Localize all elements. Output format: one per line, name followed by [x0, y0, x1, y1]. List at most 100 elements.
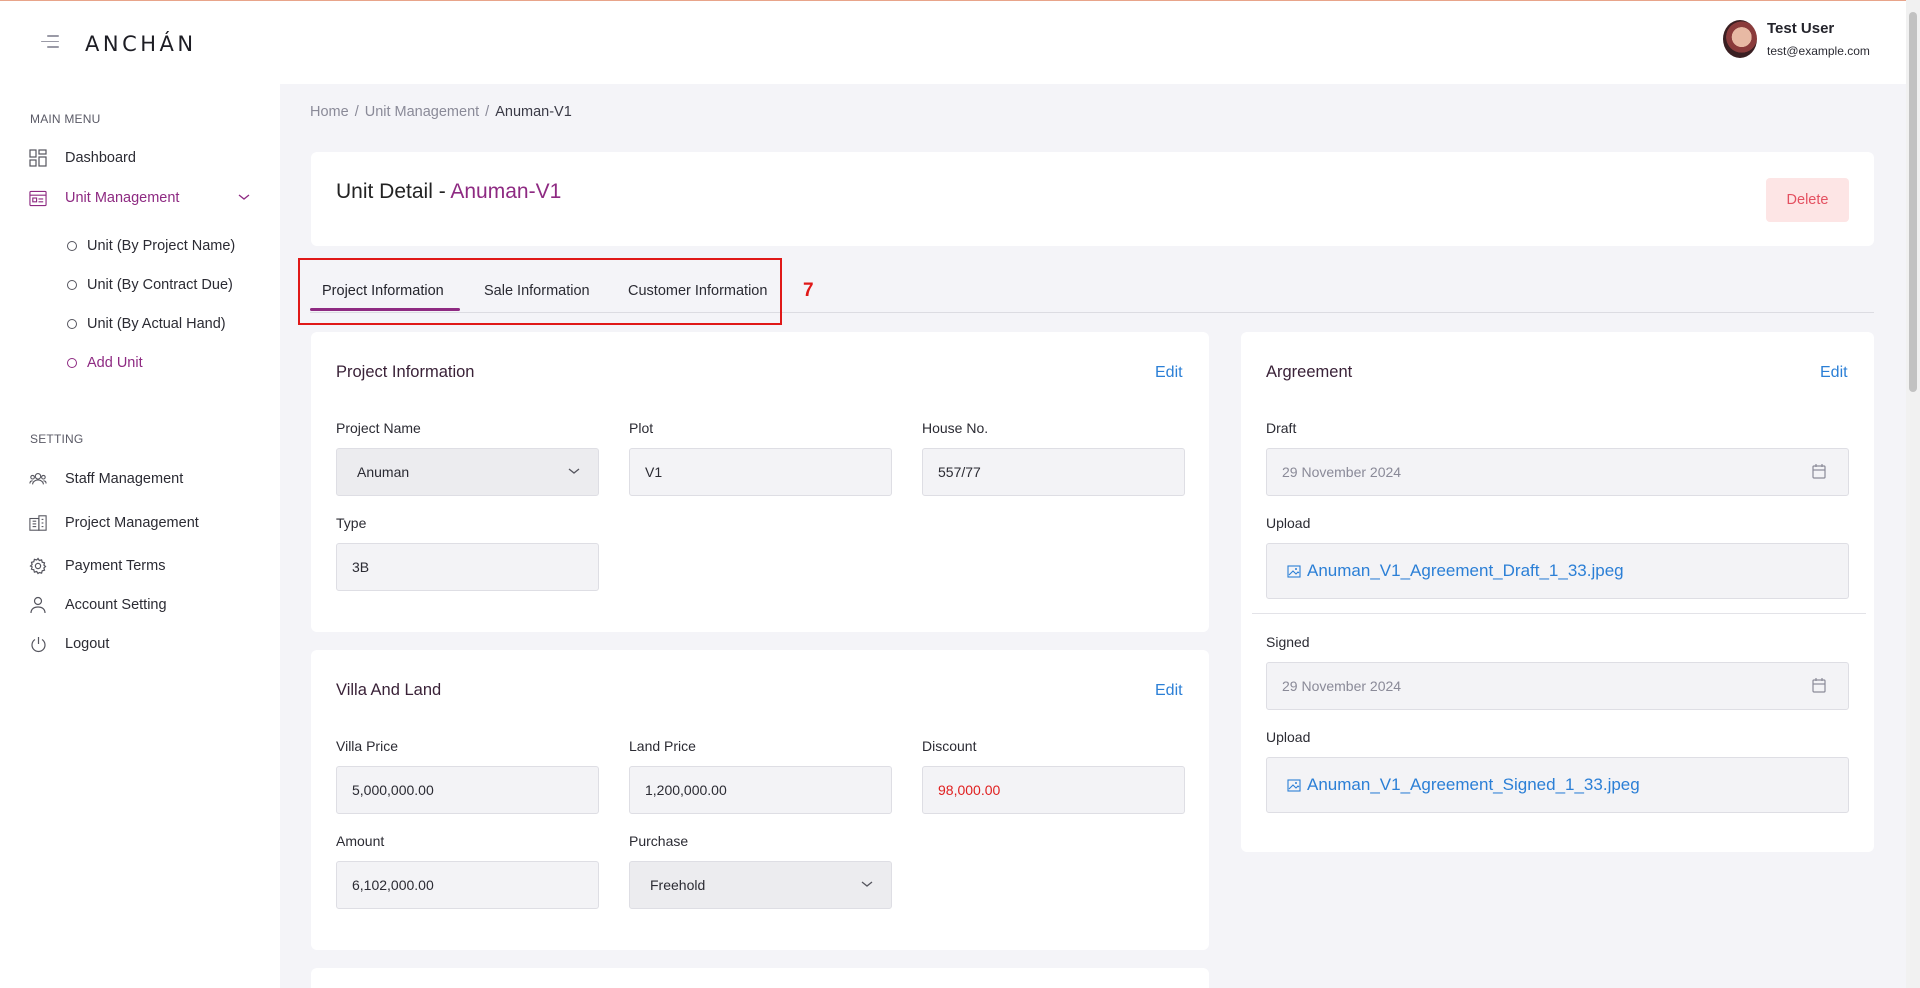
- calendar-icon[interactable]: [1812, 463, 1826, 479]
- plot-label: Plot: [629, 420, 654, 436]
- breadcrumb: Home / Unit Management / Anuman-V1: [310, 104, 572, 120]
- project-name-value: Anuman: [357, 464, 410, 480]
- sidebar-item-staff-management[interactable]: Staff Management: [29, 470, 183, 488]
- amount-label: Amount: [336, 833, 385, 849]
- bullet-icon: [67, 280, 77, 290]
- sidebar-item-label: Staff Management: [65, 471, 184, 487]
- page-title: Unit Detail - Anuman-V1: [336, 180, 561, 204]
- draft-date-input[interactable]: 29 November 2024: [1266, 448, 1849, 496]
- signed-date-value: 29 November 2024: [1282, 678, 1402, 694]
- upload-label: Upload: [1266, 515, 1311, 531]
- user-name: Test User: [1767, 20, 1835, 37]
- sidebar-item-payment-terms[interactable]: Payment Terms: [29, 557, 165, 575]
- sidebar-item-label: Unit Management: [65, 190, 180, 206]
- user-icon: [29, 596, 47, 614]
- signed-label: Signed: [1266, 634, 1310, 650]
- app-logo[interactable]: ANCHÁN: [85, 32, 197, 56]
- page-scrollbar[interactable]: [1906, 0, 1920, 988]
- draft-file-link[interactable]: Anuman_V1_Agreement_Draft_1_33.jpeg: [1266, 543, 1849, 599]
- signed-date-input[interactable]: 29 November 2024: [1266, 662, 1849, 710]
- sidebar-subitem-label: Unit (By Actual Hand): [87, 316, 226, 332]
- avatar[interactable]: [1723, 20, 1757, 58]
- sidebar-item-label: Project Management: [65, 515, 199, 531]
- project-name-label: Project Name: [336, 420, 421, 436]
- type-label: Type: [336, 515, 367, 531]
- purchase-select[interactable]: Freehold: [629, 861, 892, 909]
- sidebar-item-label: Dashboard: [65, 150, 136, 166]
- draft-label: Draft: [1266, 420, 1297, 436]
- signed-file-name[interactable]: Anuman_V1_Agreement_Signed_1_33.jpeg: [1307, 775, 1640, 795]
- sidebar-subitem-by-project[interactable]: Unit (By Project Name): [67, 238, 235, 254]
- sidebar-item-label: Payment Terms: [65, 558, 166, 574]
- amount-input[interactable]: 6,102,000.00: [336, 861, 599, 909]
- agreement-title: Argreement: [1266, 363, 1353, 381]
- sidebar-item-label: Logout: [65, 636, 110, 652]
- sidebar-subitem-label: Unit (By Project Name): [87, 238, 236, 254]
- villa-price-input[interactable]: 5,000,000.00: [336, 766, 599, 814]
- purchase-value: Freehold: [650, 877, 706, 893]
- sidebar-item-dashboard[interactable]: Dashboard: [29, 149, 136, 167]
- bullet-icon: [67, 358, 77, 368]
- users-icon: [29, 470, 47, 488]
- top-bar: ANCHÁN Test User test@example.com: [0, 0, 1906, 84]
- agreement-divider: [1252, 613, 1866, 614]
- page-title-prefix: Unit Detail -: [336, 180, 451, 203]
- user-profile[interactable]: Test User test@example.com: [1723, 20, 1870, 58]
- breadcrumb-current: Anuman-V1: [495, 104, 572, 120]
- menu-toggle-icon[interactable]: [41, 35, 59, 49]
- villa-price-label: Villa Price: [336, 738, 398, 754]
- chevron-down-icon[interactable]: [237, 192, 251, 202]
- breadcrumb-separator: /: [485, 104, 490, 120]
- chevron-down-icon: [568, 468, 580, 474]
- sidebar-item-project-management[interactable]: Project Management: [29, 514, 199, 532]
- next-section-card: [311, 968, 1209, 988]
- image-icon: [1287, 778, 1301, 792]
- breadcrumb-separator: /: [354, 104, 359, 120]
- user-email: test@example.com: [1767, 44, 1870, 58]
- land-price-label: Land Price: [629, 738, 696, 754]
- gear-icon: [29, 557, 47, 575]
- plot-input[interactable]: V1: [629, 448, 892, 496]
- project-information-edit-link[interactable]: Edit: [1155, 364, 1183, 382]
- purchase-label: Purchase: [629, 833, 689, 849]
- villa-and-land-title: Villa And Land: [336, 681, 442, 699]
- main-menu-title: MAIN MENU: [30, 112, 101, 126]
- sidebar-item-label: Account Setting: [65, 597, 167, 613]
- project-name-select[interactable]: Anuman: [336, 448, 599, 496]
- discount-input[interactable]: 98,000.00: [922, 766, 1185, 814]
- setting-title: SETTING: [30, 432, 84, 446]
- unit-management-icon: [29, 189, 47, 207]
- calendar-icon[interactable]: [1812, 677, 1826, 693]
- signed-file-link[interactable]: Anuman_V1_Agreement_Signed_1_33.jpeg: [1266, 757, 1849, 813]
- type-input[interactable]: 3B: [336, 543, 599, 591]
- delete-button[interactable]: Delete: [1766, 178, 1849, 222]
- scrollbar-thumb[interactable]: [1909, 12, 1917, 392]
- breadcrumb-unit-management[interactable]: Unit Management: [365, 104, 479, 120]
- discount-label: Discount: [922, 738, 977, 754]
- signed-upload-label: Upload: [1266, 729, 1311, 745]
- draft-file-name[interactable]: Anuman_V1_Agreement_Draft_1_33.jpeg: [1307, 561, 1624, 581]
- house-no-label: House No.: [922, 420, 989, 436]
- sidebar: MAIN MENU Dashboard Unit Management Unit…: [0, 84, 280, 988]
- sidebar-item-unit-management[interactable]: Unit Management: [29, 189, 179, 207]
- villa-and-land-edit-link[interactable]: Edit: [1155, 682, 1183, 700]
- bullet-icon: [67, 241, 77, 251]
- project-information-title: Project Information: [336, 363, 475, 381]
- sidebar-subitem-add-unit[interactable]: Add Unit: [67, 355, 143, 371]
- sidebar-subitem-label: Unit (By Contract Due): [87, 277, 233, 293]
- image-icon: [1287, 564, 1301, 578]
- power-icon: [29, 635, 47, 653]
- house-no-input[interactable]: 557/77: [922, 448, 1185, 496]
- sidebar-subitem-label: Add Unit: [87, 355, 143, 371]
- chevron-down-icon: [861, 881, 873, 887]
- sidebar-item-logout[interactable]: Logout: [29, 635, 109, 653]
- annotation-number: 7: [803, 280, 814, 301]
- sidebar-subitem-by-actual-hand[interactable]: Unit (By Actual Hand): [67, 316, 226, 332]
- annotation-highlight-box: [298, 258, 782, 325]
- land-price-input[interactable]: 1,200,000.00: [629, 766, 892, 814]
- dashboard-icon: [29, 149, 47, 167]
- sidebar-item-account-setting[interactable]: Account Setting: [29, 596, 167, 614]
- sidebar-subitem-by-contract[interactable]: Unit (By Contract Due): [67, 277, 233, 293]
- agreement-edit-link[interactable]: Edit: [1820, 364, 1848, 382]
- breadcrumb-home[interactable]: Home: [310, 104, 349, 120]
